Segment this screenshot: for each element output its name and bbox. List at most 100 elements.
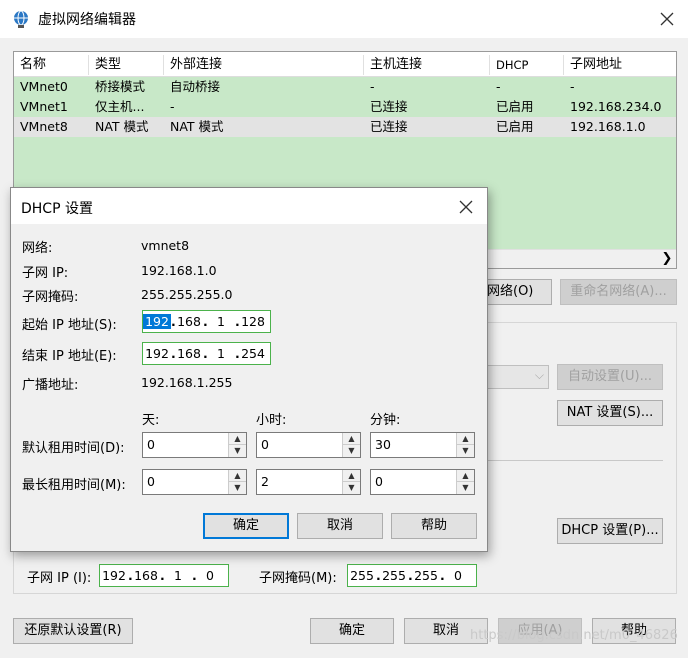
- divider: [478, 460, 663, 461]
- default-lease-hours-spinner[interactable]: 0 ▲ ▼: [256, 432, 361, 458]
- subnet-ip-label: 子网 IP:: [22, 266, 69, 281]
- add-network-button[interactable]: 网络(O): [478, 279, 552, 305]
- close-icon[interactable]: [656, 8, 678, 30]
- close-icon[interactable]: [455, 196, 477, 218]
- spinner-arrows: ▲ ▼: [456, 470, 474, 494]
- spinner-value[interactable]: 2: [261, 474, 269, 489]
- restore-defaults-button[interactable]: 还原默认设置(R): [13, 618, 133, 644]
- col-header-dhcp[interactable]: DHCP: [490, 55, 564, 75]
- col-header-subnet[interactable]: 子网地址: [564, 55, 676, 75]
- cell-subnet: 192.168.1.0: [570, 119, 646, 134]
- cell-external: NAT 模式: [170, 119, 224, 134]
- rename-network-button[interactable]: 重命名网络(A)...: [560, 279, 677, 305]
- end-ip-input[interactable]: 192. 168. 1. 254: [142, 342, 271, 365]
- hours-header: 小时:: [256, 413, 287, 428]
- start-ip-input[interactable]: 192. 168. 1. 128: [142, 310, 271, 333]
- ip-octet[interactable]: 168: [175, 314, 203, 329]
- table-row[interactable]: VMnet1 仅主机... - 已连接 已启用 192.168.234.0: [14, 97, 676, 117]
- spinner-value[interactable]: 0: [147, 437, 155, 452]
- ip-octet[interactable]: 192: [143, 314, 171, 329]
- max-lease-hours-spinner[interactable]: 2 ▲ ▼: [256, 469, 361, 495]
- end-ip-label: 结束 IP 地址(E):: [22, 349, 117, 364]
- max-lease-days-spinner[interactable]: 0 ▲ ▼: [142, 469, 247, 495]
- subnet-ip-input[interactable]: 192. 168. 1. 0: [99, 564, 229, 587]
- ip-octet[interactable]: 168: [132, 568, 160, 583]
- caret-down-icon[interactable]: ▼: [229, 482, 246, 494]
- default-lease-days-spinner[interactable]: 0 ▲ ▼: [142, 432, 247, 458]
- subnet-mask-input[interactable]: 255. 255. 255. 0: [347, 564, 477, 587]
- cell-name: VMnet1: [20, 99, 68, 114]
- cell-host: 已连接: [370, 119, 408, 134]
- caret-down-icon[interactable]: ▼: [229, 445, 246, 457]
- ip-octet[interactable]: 1: [164, 568, 192, 583]
- max-lease-minutes-spinner[interactable]: 0 ▲ ▼: [370, 469, 475, 495]
- caret-down-icon[interactable]: ▼: [457, 445, 474, 457]
- spinner-value[interactable]: 0: [375, 474, 383, 489]
- caret-down-icon[interactable]: ▼: [343, 445, 360, 457]
- mask-octet[interactable]: 255: [380, 568, 408, 583]
- subnet-ip-value: 192.168.1.0: [141, 263, 217, 278]
- default-lease-minutes-spinner[interactable]: 30 ▲ ▼: [370, 432, 475, 458]
- caret-up-icon[interactable]: ▲: [343, 470, 360, 482]
- nat-settings-button[interactable]: NAT 设置(S)...: [557, 400, 663, 426]
- dialog-ok-button[interactable]: 确定: [203, 513, 289, 539]
- col-header-host[interactable]: 主机连接: [364, 55, 490, 75]
- dialog-cancel-button[interactable]: 取消: [297, 513, 383, 539]
- caret-down-icon[interactable]: ▼: [343, 482, 360, 494]
- days-header: 天:: [142, 413, 160, 428]
- col-header-type[interactable]: 类型: [89, 55, 164, 75]
- col-header-name[interactable]: 名称: [14, 55, 89, 75]
- mask-octet[interactable]: 0: [444, 568, 472, 583]
- mask-octet[interactable]: 255: [412, 568, 440, 583]
- spinner-arrows: ▲ ▼: [456, 433, 474, 457]
- spinner-arrows: ▲ ▼: [228, 433, 246, 457]
- caret-down-icon[interactable]: ▼: [457, 482, 474, 494]
- auto-settings-button[interactable]: 自动设置(U)...: [557, 364, 663, 390]
- cell-type: 仅主机...: [95, 99, 145, 114]
- spinner-arrows: ▲ ▼: [228, 470, 246, 494]
- table-row[interactable]: VMnet0 桥接模式 自动桥接 - - -: [14, 77, 676, 97]
- col-header-external[interactable]: 外部连接: [164, 55, 364, 75]
- ip-octet[interactable]: 1: [207, 346, 235, 361]
- subnet-mask-label: 子网掩码(M):: [259, 571, 337, 586]
- cell-dhcp: 已启用: [496, 119, 534, 134]
- ip-octet[interactable]: 254: [239, 346, 267, 361]
- caret-up-icon[interactable]: ▲: [229, 470, 246, 482]
- cell-external: -: [170, 99, 175, 114]
- caret-up-icon[interactable]: ▲: [457, 433, 474, 445]
- mask-octet[interactable]: 255: [348, 568, 376, 583]
- ip-octet[interactable]: 192: [100, 568, 128, 583]
- dhcp-settings-button[interactable]: DHCP 设置(P)...: [557, 518, 663, 544]
- subnet-mask-label: 子网掩码:: [22, 290, 79, 305]
- cell-dhcp: -: [496, 79, 501, 94]
- ip-octet[interactable]: 168: [175, 346, 203, 361]
- chevron-right-icon[interactable]: ❯: [659, 251, 675, 267]
- ip-octet[interactable]: 192: [143, 346, 171, 361]
- network-globe-icon: [11, 9, 31, 29]
- cell-name: VMnet8: [20, 119, 68, 134]
- subnet-ip-label: 子网 IP (I):: [27, 571, 92, 586]
- spinner-arrows: ▲ ▼: [342, 433, 360, 457]
- caret-up-icon[interactable]: ▲: [457, 470, 474, 482]
- ip-octet[interactable]: 0: [196, 568, 224, 583]
- spinner-value[interactable]: 0: [261, 437, 269, 452]
- cell-host: 已连接: [370, 99, 408, 114]
- cell-external: 自动桥接: [170, 79, 221, 94]
- window-title: 虚拟网络编辑器: [38, 12, 136, 28]
- spinner-arrows: ▲ ▼: [342, 470, 360, 494]
- ip-octet[interactable]: 1: [207, 314, 235, 329]
- broadcast-label: 广播地址:: [22, 378, 79, 393]
- ok-button[interactable]: 确定: [310, 618, 394, 644]
- spinner-value[interactable]: 0: [147, 474, 155, 489]
- cell-type: NAT 模式: [95, 119, 149, 134]
- caret-up-icon[interactable]: ▲: [229, 433, 246, 445]
- table-row[interactable]: VMnet8 NAT 模式 NAT 模式 已连接 已启用 192.168.1.0: [14, 117, 676, 137]
- cell-type: 桥接模式: [95, 79, 146, 94]
- caret-up-icon[interactable]: ▲: [343, 433, 360, 445]
- dialog-help-button[interactable]: 帮助: [391, 513, 477, 539]
- ip-octet[interactable]: 128: [239, 314, 267, 329]
- spinner-value[interactable]: 30: [375, 437, 391, 452]
- watermark: https://blog.csdn.net/m0_46826: [470, 628, 678, 643]
- cell-subnet: -: [570, 79, 575, 94]
- bridge-adapter-select[interactable]: ⌵: [478, 365, 549, 389]
